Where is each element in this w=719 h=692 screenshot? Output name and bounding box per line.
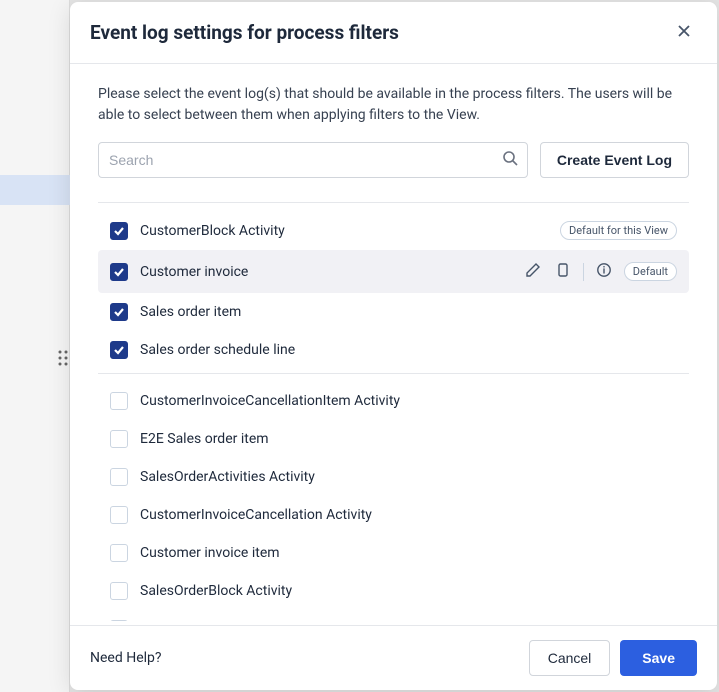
- save-button[interactable]: Save: [620, 640, 697, 676]
- search-row: Create Event Log: [98, 142, 689, 178]
- background-panel: [0, 0, 70, 692]
- checkbox[interactable]: [110, 430, 128, 448]
- create-event-log-button[interactable]: Create Event Log: [540, 142, 689, 178]
- event-log-item[interactable]: Sales order item: [98, 293, 689, 331]
- event-log-item[interactable]: Sales order schedule line: [98, 331, 689, 369]
- info-icon: [596, 262, 612, 281]
- event-log-item[interactable]: SalesOrderBlock Activity: [98, 572, 689, 610]
- event-log-label: Customer invoice item: [140, 545, 677, 561]
- event-log-label: SalesOrderActivities Activity: [140, 469, 677, 485]
- row-actions: Default: [523, 260, 677, 283]
- checkbox[interactable]: [110, 620, 128, 621]
- search-input[interactable]: [98, 142, 528, 178]
- event-log-label: CustomerInvoiceCancellationItem Activity: [140, 393, 677, 409]
- event-log-label: E2E Sales order item: [140, 431, 677, 447]
- copy-icon: [555, 262, 571, 281]
- divider: [583, 263, 584, 281]
- drag-handle-icon[interactable]: [58, 350, 68, 370]
- checkbox[interactable]: [110, 506, 128, 524]
- cancel-button[interactable]: Cancel: [529, 640, 611, 676]
- event-log-label: Sales order item: [140, 304, 677, 320]
- background-selected-row: [0, 175, 70, 205]
- modal-title: Event log settings for process filters: [90, 21, 399, 44]
- event-log-item[interactable]: Customer invoice item: [98, 534, 689, 572]
- group-divider: [98, 373, 689, 374]
- event-log-item[interactable]: CustomerInvoiceCancellationItem Activity: [98, 382, 689, 420]
- event-log-item[interactable]: CustomerBlock Activity Default for this V…: [98, 211, 689, 250]
- event-log-item[interactable]: E2E Sales order item: [98, 420, 689, 458]
- event-log-item[interactable]: Customer invoice Default: [98, 250, 689, 293]
- event-log-list[interactable]: CustomerBlock Activity Default for this V…: [98, 198, 689, 621]
- footer-actions: Cancel Save: [529, 640, 697, 676]
- checkbox[interactable]: [110, 468, 128, 486]
- event-log-label: Customer invoice: [140, 264, 511, 280]
- event-log-item[interactable]: SalesOrderItemBlock Activity: [98, 610, 689, 621]
- checkbox[interactable]: [110, 222, 128, 240]
- close-icon: [675, 28, 693, 43]
- copy-button[interactable]: [553, 260, 573, 283]
- edit-button[interactable]: [523, 260, 543, 283]
- search-icon: [502, 150, 518, 170]
- modal-body: Please select the event log(s) that shou…: [70, 64, 717, 625]
- event-log-label: CustomerBlock Activity: [140, 223, 548, 239]
- edit-icon: [525, 262, 541, 281]
- close-button[interactable]: [671, 18, 697, 47]
- info-button[interactable]: [594, 260, 614, 283]
- modal-header: Event log settings for process filters: [70, 2, 717, 64]
- event-log-item[interactable]: SalesOrderActivities Activity: [98, 458, 689, 496]
- intro-text: Please select the event log(s) that shou…: [98, 84, 689, 126]
- checkbox[interactable]: [110, 544, 128, 562]
- checkbox[interactable]: [110, 263, 128, 281]
- event-log-label: CustomerInvoiceCancellation Activity: [140, 507, 677, 523]
- checkbox[interactable]: [110, 341, 128, 359]
- search-wrap: [98, 142, 528, 178]
- event-log-label: SalesOrderBlock Activity: [140, 583, 677, 599]
- group-divider: [98, 202, 689, 203]
- row-actions: Default for this View: [560, 221, 677, 240]
- help-link[interactable]: Need Help?: [90, 650, 162, 666]
- checkbox[interactable]: [110, 582, 128, 600]
- event-log-label: Sales order schedule line: [140, 342, 677, 358]
- default-for-view-badge: Default for this View: [560, 221, 677, 240]
- event-log-settings-modal: Event log settings for process filters P…: [70, 2, 717, 690]
- event-log-item[interactable]: CustomerInvoiceCancellation Activity: [98, 496, 689, 534]
- default-badge: Default: [624, 262, 677, 281]
- modal-footer: Need Help? Cancel Save: [70, 625, 717, 690]
- checkbox[interactable]: [110, 303, 128, 321]
- checkbox[interactable]: [110, 392, 128, 410]
